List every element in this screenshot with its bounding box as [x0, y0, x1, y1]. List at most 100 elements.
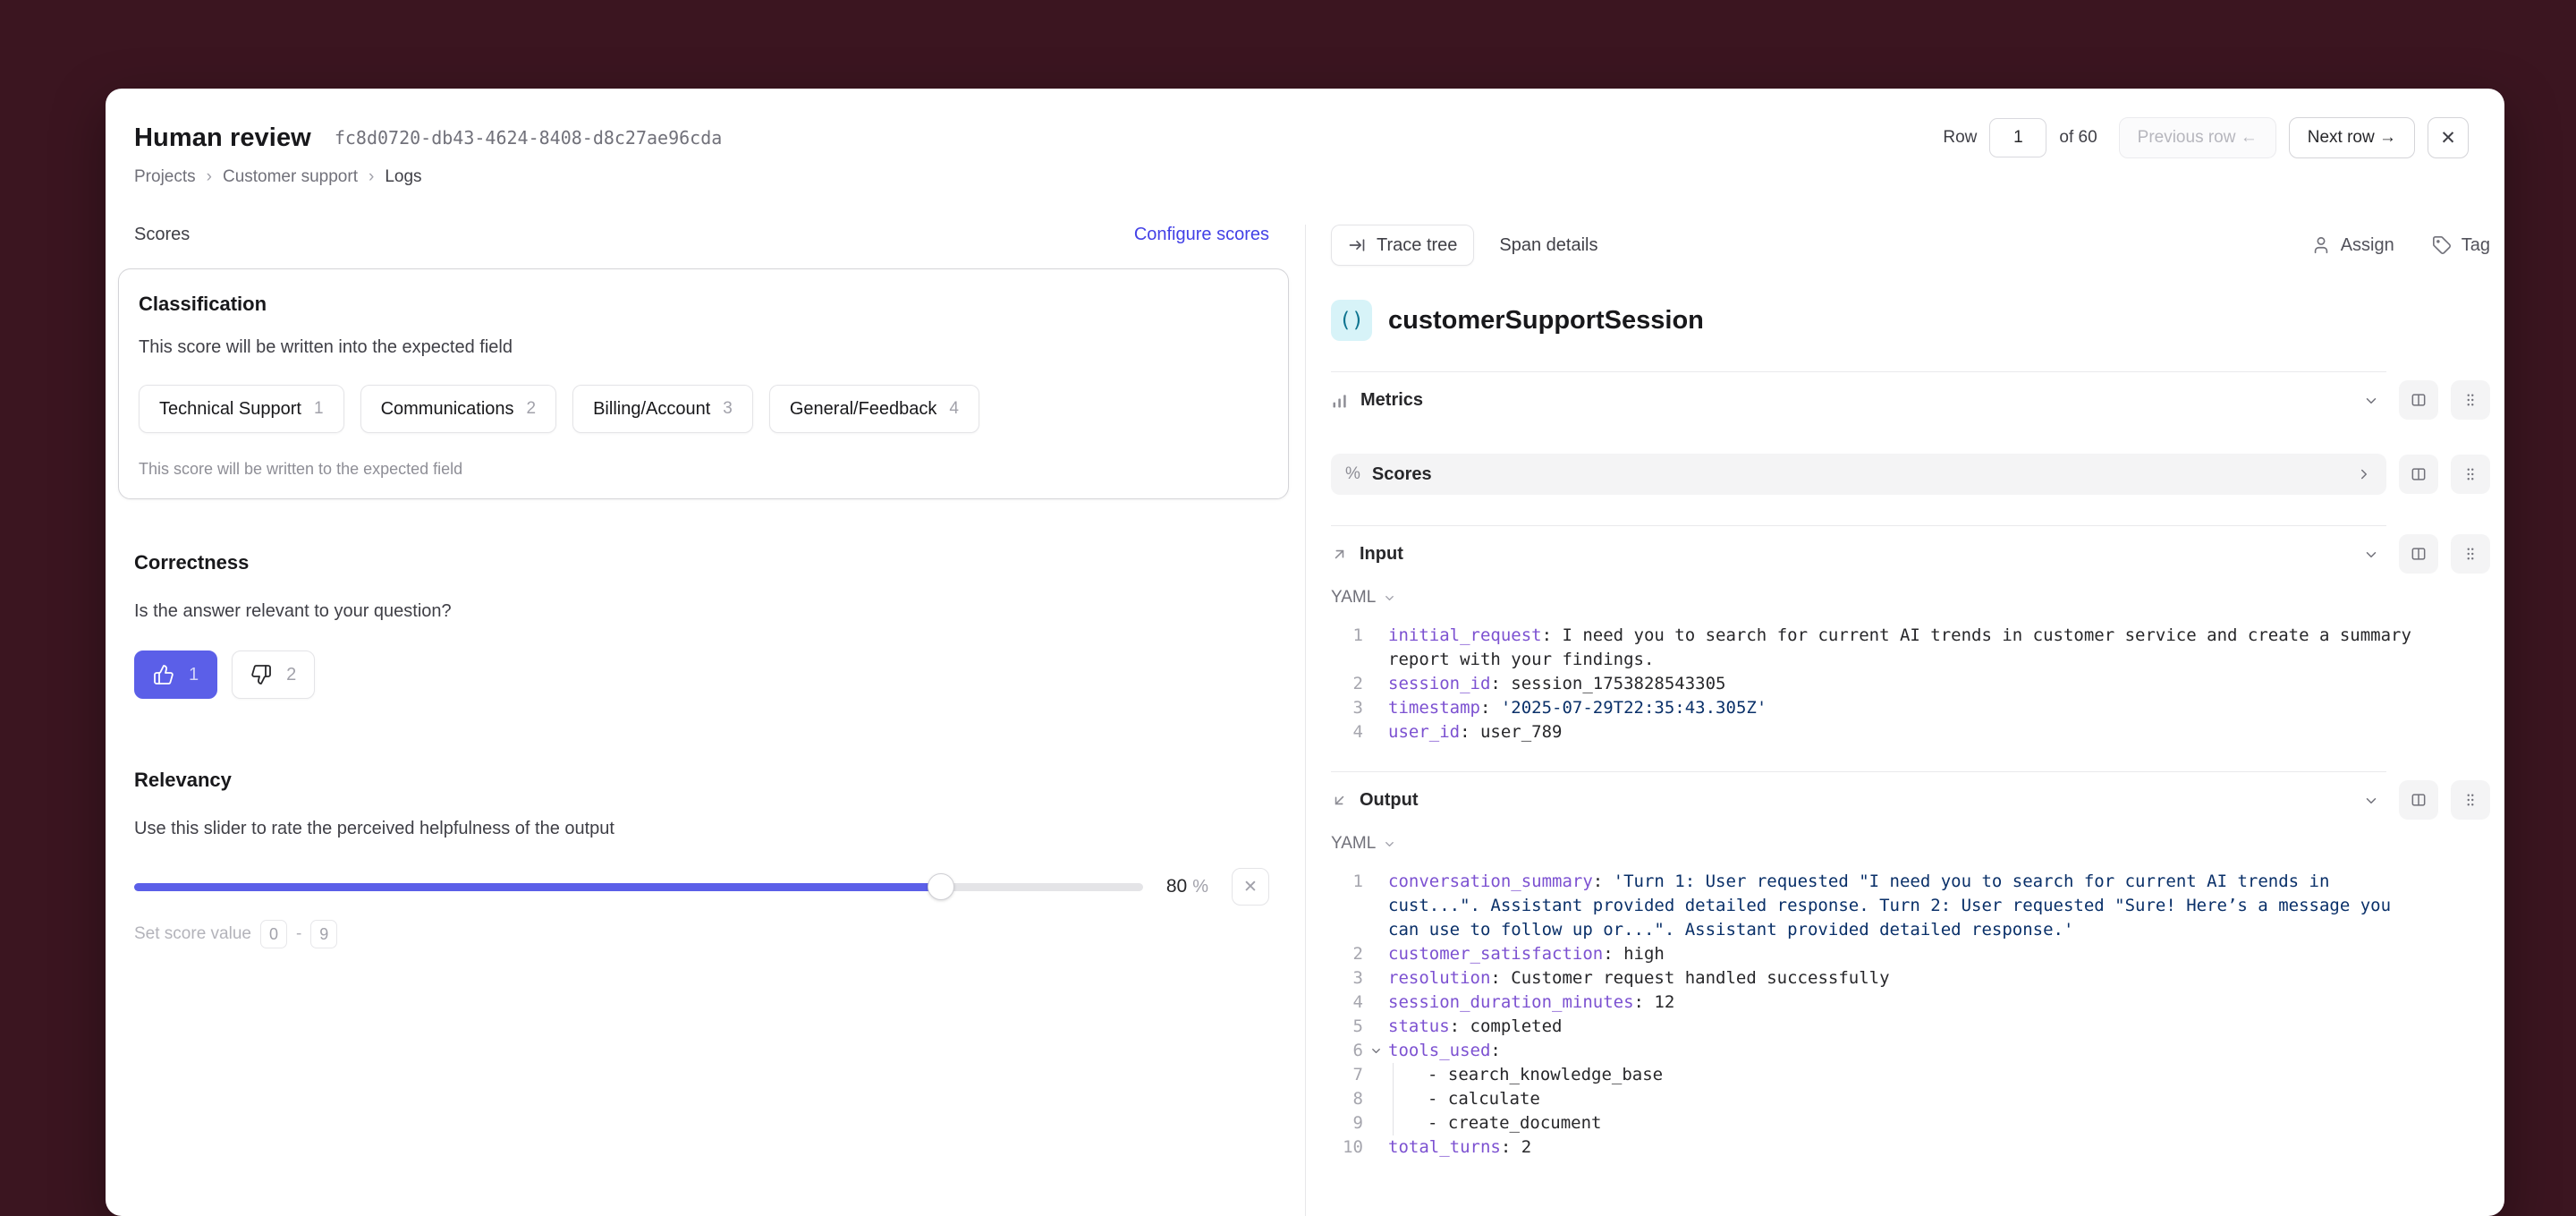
line-number: 3: [1331, 696, 1363, 720]
close-button[interactable]: ✕: [2428, 117, 2469, 158]
next-row-button[interactable]: Next row →: [2289, 117, 2415, 158]
option-label: Billing/Account: [593, 399, 710, 420]
span-type-icon: (): [1331, 300, 1372, 341]
classification-options: Technical Support 1 Communications2 Billing…: [139, 385, 1267, 433]
scores-columns-button[interactable]: [2399, 455, 2438, 494]
classification-option-communications[interactable]: Communications2: [360, 385, 557, 433]
token-key: customer_satisfaction: [1388, 944, 1603, 964]
fold-spacer: [1363, 942, 1388, 966]
token-plain: : 12: [1634, 992, 1675, 1012]
range-dash: -: [296, 924, 301, 944]
chevron-down-icon[interactable]: [2363, 793, 2379, 809]
score-hint: Set score value 0 - 9: [134, 920, 1269, 948]
token-key: tools_used: [1388, 1041, 1490, 1060]
slider-unit: %: [1192, 877, 1208, 897]
code-content: resolution: Customer request handled suc…: [1388, 966, 2490, 991]
slider-thumb[interactable]: [928, 873, 954, 900]
assign-button[interactable]: Assign: [2311, 235, 2394, 256]
modal-header: Human review fc8d0720-db43-4624-8408-d8c…: [106, 89, 2504, 187]
min-key: 0: [260, 920, 287, 948]
classification-footer: This score will be written to the expect…: [139, 460, 1267, 479]
clear-score-button[interactable]: ✕: [1232, 868, 1269, 906]
trace-tree-label: Trace tree: [1377, 235, 1457, 256]
output-header[interactable]: Output: [1331, 771, 2386, 829]
breadcrumb-item-projects[interactable]: Projects: [134, 167, 196, 187]
code-line: 1initial_request: I need you to search f…: [1331, 624, 2490, 672]
slider-value: 80%: [1166, 876, 1208, 897]
fold-spacer: [1363, 1087, 1388, 1111]
code-content: customer_satisfaction: high: [1388, 942, 2490, 966]
row-label: Row: [1943, 128, 1977, 148]
option-hotkey: 3: [723, 399, 733, 419]
columns-icon: [2410, 545, 2428, 563]
fold-spacer: [1363, 696, 1388, 720]
chevron-down-icon[interactable]: [2363, 393, 2379, 409]
classification-option-technical-support[interactable]: Technical Support 1: [139, 385, 344, 433]
token-plain: :: [1480, 698, 1501, 718]
input-columns-button[interactable]: [2399, 534, 2438, 574]
percent-icon: %: [1345, 464, 1360, 484]
tab-trace-tree[interactable]: Trace tree: [1331, 225, 1474, 266]
line-number: 2: [1331, 942, 1363, 966]
correctness-title: Correctness: [134, 551, 1269, 574]
slider-fill: [134, 883, 941, 891]
breadcrumb-item-logs[interactable]: Logs: [385, 167, 421, 187]
option-label: Technical Support: [159, 399, 301, 420]
chevron-down-icon[interactable]: [2363, 547, 2379, 563]
classification-option-general-feedback[interactable]: General/Feedback4: [769, 385, 979, 433]
output-section: Output: [1331, 771, 2490, 829]
tab-span-details[interactable]: Span details: [1499, 235, 1597, 256]
trace-panel: Trace tree Span details Assign Tag: [1306, 225, 2504, 1216]
thumbs-down-icon: [250, 664, 272, 685]
option-hotkey: 4: [949, 399, 959, 419]
thumbs-down-button[interactable]: 2: [232, 651, 315, 699]
code-content: tools_used:: [1388, 1039, 2490, 1063]
input-drag-handle[interactable]: [2451, 534, 2490, 574]
output-columns-button[interactable]: [2399, 780, 2438, 820]
format-label: YAML: [1331, 588, 1376, 608]
token-plain: : user_789: [1460, 722, 1562, 742]
option-hotkey: 1: [314, 399, 324, 419]
code-content: initial_request: I need you to search fo…: [1388, 624, 2490, 672]
metrics-header[interactable]: Metrics: [1331, 371, 2386, 429]
code-content: - search_knowledge_base: [1388, 1063, 2490, 1087]
input-label: Input: [1360, 544, 1403, 565]
output-drag-handle[interactable]: [2451, 780, 2490, 820]
token-plain: : 2: [1501, 1137, 1531, 1157]
fold-spacer: [1363, 624, 1388, 648]
code-line: 8- calculate: [1331, 1087, 2490, 1111]
row-number-input[interactable]: [1989, 118, 2046, 157]
chevron-down-icon: [1383, 838, 1396, 851]
tag-button[interactable]: Tag: [2432, 235, 2490, 256]
line-number: 9: [1331, 1111, 1363, 1135]
code-line: 4session_duration_minutes: 12: [1331, 991, 2490, 1015]
previous-row-button[interactable]: Previous row ←: [2119, 117, 2276, 158]
output-format-selector[interactable]: YAML: [1331, 834, 1396, 854]
scores-header[interactable]: % Scores: [1331, 454, 2386, 495]
input-header[interactable]: Input: [1331, 525, 2386, 582]
fold-spacer: [1363, 720, 1388, 744]
input-format-selector[interactable]: YAML: [1331, 588, 1396, 608]
input-code-block: 1initial_request: I need you to search f…: [1331, 624, 2490, 744]
code-line: 4user_id: user_789: [1331, 720, 2490, 744]
code-line: 7- search_knowledge_base: [1331, 1063, 2490, 1087]
relevancy-description: Use this slider to rate the perceived he…: [134, 819, 1269, 839]
user-icon: [2311, 235, 2331, 255]
relevancy-slider[interactable]: [134, 883, 1143, 891]
scores-drag-handle[interactable]: [2451, 455, 2490, 494]
relevancy-title: Relevancy: [134, 769, 1269, 792]
fold-chevron-icon[interactable]: [1363, 1039, 1388, 1063]
thumbs-up-button[interactable]: 1: [134, 651, 217, 699]
code-line: 1conversation_summary: 'Turn 1: User req…: [1331, 870, 2490, 942]
metrics-drag-handle[interactable]: [2451, 380, 2490, 420]
classification-option-billing-account[interactable]: Billing/Account 3: [572, 385, 753, 433]
drag-handle-icon: [2462, 466, 2479, 482]
configure-scores-link[interactable]: Configure scores: [1134, 225, 1269, 245]
token-plain: : session_1753828543305: [1490, 674, 1725, 693]
tag-label: Tag: [2462, 235, 2490, 256]
fold-spacer: [1363, 672, 1388, 696]
columns-icon: [2410, 791, 2428, 809]
metrics-columns-button[interactable]: [2399, 380, 2438, 420]
chevron-right-icon[interactable]: [2356, 466, 2372, 482]
breadcrumb-item-customer-support[interactable]: Customer support: [223, 167, 358, 187]
